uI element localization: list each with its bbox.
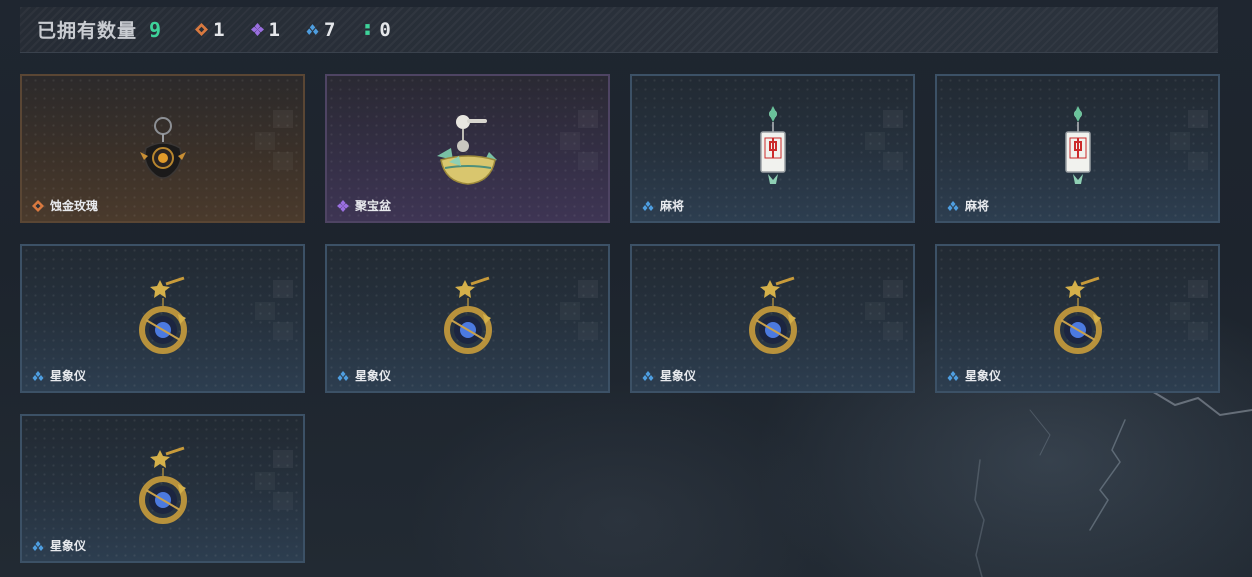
count-purple: 1 xyxy=(250,18,280,41)
blue-gem-icon xyxy=(306,24,319,35)
count-green: 0 xyxy=(361,18,391,41)
item-name: 星象仪 xyxy=(50,369,87,383)
astrolabe-pendant-icon xyxy=(138,446,187,524)
owned-count-title: 已拥有数量 xyxy=(37,21,138,42)
blue-gem-icon xyxy=(32,540,44,551)
card-decoration xyxy=(1170,280,1208,340)
card-decoration xyxy=(560,110,598,170)
item-card[interactable]: 聚宝盆 xyxy=(325,74,610,223)
card-decoration xyxy=(865,280,903,340)
card-decoration xyxy=(255,280,293,340)
item-card[interactable]: 蚀金玫瑰 xyxy=(20,74,305,223)
item-card[interactable]: 星象仪 xyxy=(935,244,1220,393)
count-orange: 1 xyxy=(195,18,225,41)
item-grid: 蚀金玫瑰 聚宝盆 麻将 麻将 星象仪 星象仪 星象仪 星象仪 星象仪 xyxy=(20,74,1220,563)
astrolabe-pendant-icon xyxy=(138,276,187,354)
card-decoration xyxy=(560,280,598,340)
card-decoration xyxy=(865,110,903,170)
item-name: 星象仪 xyxy=(965,369,1002,383)
item-card[interactable]: 星象仪 xyxy=(630,244,915,393)
card-decoration xyxy=(255,450,293,510)
blue-gem-icon xyxy=(947,200,959,211)
treasure-bowl-pendant-icon xyxy=(436,115,497,185)
item-name: 聚宝盆 xyxy=(355,199,392,213)
count-blue-value: 7 xyxy=(323,18,336,41)
count-orange-value: 1 xyxy=(213,18,225,41)
count-green-value: 0 xyxy=(379,18,391,41)
count-blue: 7 xyxy=(306,19,335,41)
owned-total-count: 9 xyxy=(149,17,162,42)
item-name: 星象仪 xyxy=(660,369,697,383)
orange-gem-icon xyxy=(32,199,44,212)
blue-gem-icon xyxy=(337,370,349,381)
purple-gem-icon xyxy=(250,23,264,36)
mahjong-pendant-icon xyxy=(759,106,786,184)
item-name: 星象仪 xyxy=(50,539,87,553)
astrolabe-pendant-icon xyxy=(748,276,797,354)
blue-gem-icon xyxy=(642,370,654,381)
blue-gem-icon xyxy=(642,200,654,211)
item-card[interactable]: 麻将 xyxy=(935,74,1220,223)
blue-gem-icon xyxy=(32,370,44,381)
item-card[interactable]: 星象仪 xyxy=(20,414,305,563)
orange-gem-icon xyxy=(195,23,209,36)
astrolabe-pendant-icon xyxy=(1053,276,1102,354)
card-decoration xyxy=(1170,110,1208,170)
purple-gem-icon xyxy=(337,199,349,212)
item-card[interactable]: 星象仪 xyxy=(20,244,305,393)
blue-gem-icon xyxy=(947,370,959,381)
item-name: 蚀金玫瑰 xyxy=(50,199,99,213)
owned-count-header: 已拥有数量 9 1 1 7 0 xyxy=(20,7,1218,53)
item-name: 麻将 xyxy=(965,199,990,213)
item-card[interactable]: 星象仪 xyxy=(325,244,610,393)
item-name: 麻将 xyxy=(660,199,685,213)
card-decoration xyxy=(255,110,293,170)
rose-pendant-icon xyxy=(139,117,186,179)
mahjong-pendant-icon xyxy=(1064,106,1091,184)
item-card[interactable]: 麻将 xyxy=(630,74,915,223)
astrolabe-pendant-icon xyxy=(443,276,492,354)
green-gem-icon xyxy=(365,24,371,35)
count-purple-value: 1 xyxy=(268,18,280,41)
item-name: 星象仪 xyxy=(355,369,392,383)
